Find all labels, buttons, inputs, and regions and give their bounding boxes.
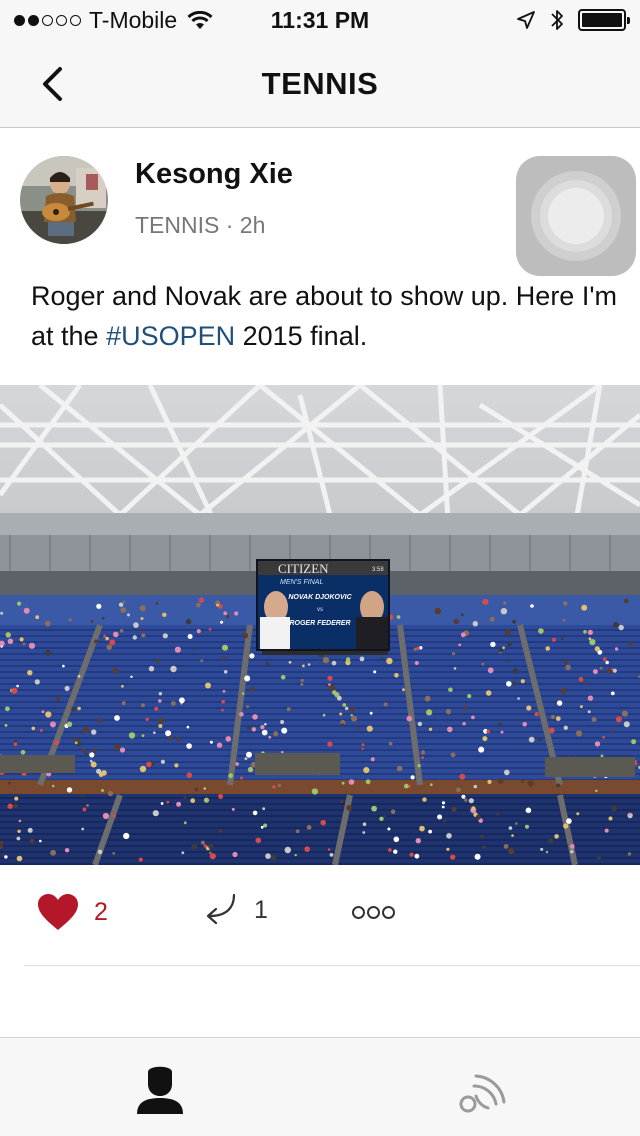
more-button[interactable] — [352, 906, 395, 919]
page-title: TENNIS — [261, 66, 379, 101]
scoreboard-sponsor: CITIZEN — [278, 561, 329, 576]
navigation-bar: TENNIS — [0, 40, 640, 128]
assistive-touch-button[interactable] — [516, 156, 636, 276]
bluetooth-icon — [551, 10, 563, 30]
post-text-after: 2015 final. — [235, 321, 368, 351]
person-icon — [137, 1066, 183, 1114]
scoreboard: CITIZEN 3:58 MEN'S FINAL NOVAK DJOKOVIC … — [256, 559, 390, 655]
like-button[interactable]: 2 — [36, 892, 108, 932]
post-age: 2h — [239, 212, 266, 238]
post-photo[interactable]: CITIZEN 3:58 MEN'S FINAL NOVAK DJOKOVIC … — [0, 385, 640, 865]
like-count: 2 — [94, 897, 108, 926]
battery-icon — [578, 9, 630, 31]
more-icon — [352, 906, 365, 919]
more-icon-dot — [382, 906, 395, 919]
avatar[interactable] — [20, 156, 108, 244]
heart-icon — [38, 894, 78, 930]
meta-separator: · — [219, 212, 240, 238]
scoreboard-vs: vs — [317, 607, 323, 613]
status-bar: T-Mobile 11:31 PM — [0, 0, 640, 40]
tab-bar — [0, 1037, 640, 1136]
reply-count: 1 — [254, 895, 268, 924]
reply-arrow-icon — [206, 893, 236, 925]
more-icon-dot — [367, 906, 380, 919]
status-icons — [516, 8, 630, 32]
post-text: Roger and Novak are about to show up. He… — [31, 276, 621, 356]
channel-label[interactable]: TENNIS — [135, 212, 219, 238]
tab-profile[interactable] — [132, 1062, 188, 1118]
avatar-image — [20, 156, 108, 244]
scoreboard-player2: ROGER FEDERER — [289, 620, 350, 627]
scoreboard-event: MEN'S FINAL — [280, 579, 323, 586]
scoreboard-player1: NOVAK DJOKOVIC — [288, 594, 352, 601]
reply-button[interactable]: 1 — [200, 892, 268, 928]
divider — [24, 965, 640, 966]
location-arrow-icon — [517, 11, 535, 29]
feed-icon — [459, 1074, 506, 1113]
scoreboard-clock: 3:58 — [372, 567, 384, 573]
author-name[interactable]: Kesong Xie — [135, 158, 293, 191]
tab-feed[interactable] — [454, 1064, 510, 1120]
stadium-image: CITIZEN 3:58 MEN'S FINAL NOVAK DJOKOVIC … — [0, 385, 640, 865]
post-meta: TENNIS · 2h — [135, 212, 265, 239]
hashtag-link[interactable]: #USOPEN — [106, 321, 235, 351]
post-actions: 2 1 — [0, 880, 640, 948]
